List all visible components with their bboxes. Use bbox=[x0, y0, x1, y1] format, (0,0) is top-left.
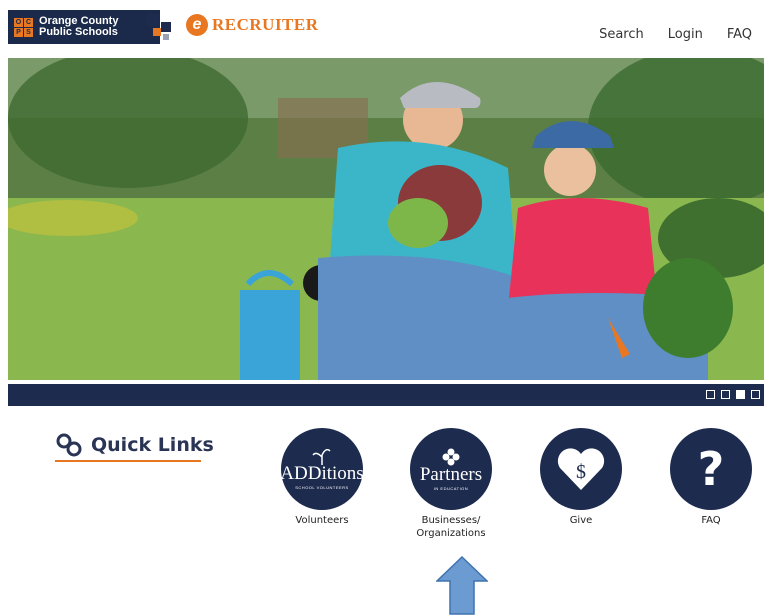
top-nav: Search Login FAQ bbox=[599, 27, 752, 42]
ocps-grid-icon: O C P S bbox=[14, 17, 33, 37]
carousel-dots bbox=[706, 390, 760, 399]
faq-circle[interactable]: ? bbox=[670, 428, 752, 510]
volunteers-circle[interactable]: ADDitions SCHOOL VOLUNTEERS bbox=[280, 428, 364, 510]
give-label[interactable]: Give bbox=[570, 514, 593, 527]
header: O C P S Orange County Public Schools e R… bbox=[0, 0, 764, 58]
logo-letter: S bbox=[24, 27, 33, 37]
recruiter-logo[interactable]: e RECRUITER bbox=[186, 14, 319, 36]
give-circle[interactable]: $ bbox=[540, 428, 622, 510]
volunteers-label[interactable]: Volunteers bbox=[295, 514, 348, 527]
ocps-logo[interactable]: O C P S Orange County Public Schools bbox=[8, 10, 160, 44]
nav-faq-link[interactable]: FAQ bbox=[727, 27, 752, 42]
logo-line2: Public Schools bbox=[39, 26, 118, 38]
nav-login-link[interactable]: Login bbox=[668, 27, 703, 42]
nav-search-link[interactable]: Search bbox=[599, 27, 644, 42]
carousel-bar bbox=[8, 384, 764, 406]
carousel-dot-2[interactable] bbox=[721, 390, 730, 399]
volunteers-logo-sub: SCHOOL VOLUNTEERS bbox=[295, 484, 349, 490]
hero-photo bbox=[8, 58, 764, 380]
recruiter-e-icon: e bbox=[186, 14, 208, 36]
diamond-flower-icon bbox=[442, 448, 460, 465]
quick-link-businesses[interactable]: Partners IN EDUCATION Businesses/ Organi… bbox=[410, 428, 492, 540]
partners-logo-text: Partners bbox=[419, 463, 483, 485]
quick-link-volunteers[interactable]: ADDitions SCHOOL VOLUNTEERS Volunteers bbox=[280, 428, 364, 527]
give-dollar-sign: $ bbox=[576, 461, 586, 483]
faq-label[interactable]: FAQ bbox=[701, 514, 720, 527]
quick-link-give[interactable]: $ Give bbox=[540, 428, 622, 527]
businesses-label[interactable]: Businesses/ Organizations bbox=[416, 514, 485, 540]
logo-text: Orange County Public Schools bbox=[39, 16, 118, 38]
puzzle-deco-icon bbox=[147, 14, 171, 40]
question-icon: ? bbox=[697, 442, 725, 496]
carousel-dot-1[interactable] bbox=[706, 390, 715, 399]
carousel-dot-3[interactable] bbox=[736, 390, 745, 399]
up-arrow-icon bbox=[436, 556, 488, 615]
quick-links-heading: Quick Links bbox=[55, 432, 214, 458]
partners-circle[interactable]: Partners IN EDUCATION bbox=[410, 428, 492, 510]
carousel-dot-4[interactable] bbox=[751, 390, 760, 399]
logo-letter: C bbox=[24, 17, 33, 27]
heart-dollar-icon: $ bbox=[557, 448, 605, 490]
hero-image bbox=[8, 58, 764, 380]
logo-letter: O bbox=[14, 17, 23, 27]
quick-links-title: Quick Links bbox=[91, 434, 214, 456]
volunteers-logo-text: ADDitions bbox=[280, 462, 364, 484]
quick-links-underline bbox=[55, 460, 201, 462]
logo-letter: P bbox=[14, 27, 23, 37]
chain-link-icon bbox=[56, 433, 82, 457]
recruiter-label: RECRUITER bbox=[212, 15, 319, 34]
partners-logo-sub: IN EDUCATION bbox=[433, 485, 469, 491]
quick-link-faq[interactable]: ? FAQ bbox=[670, 428, 752, 527]
